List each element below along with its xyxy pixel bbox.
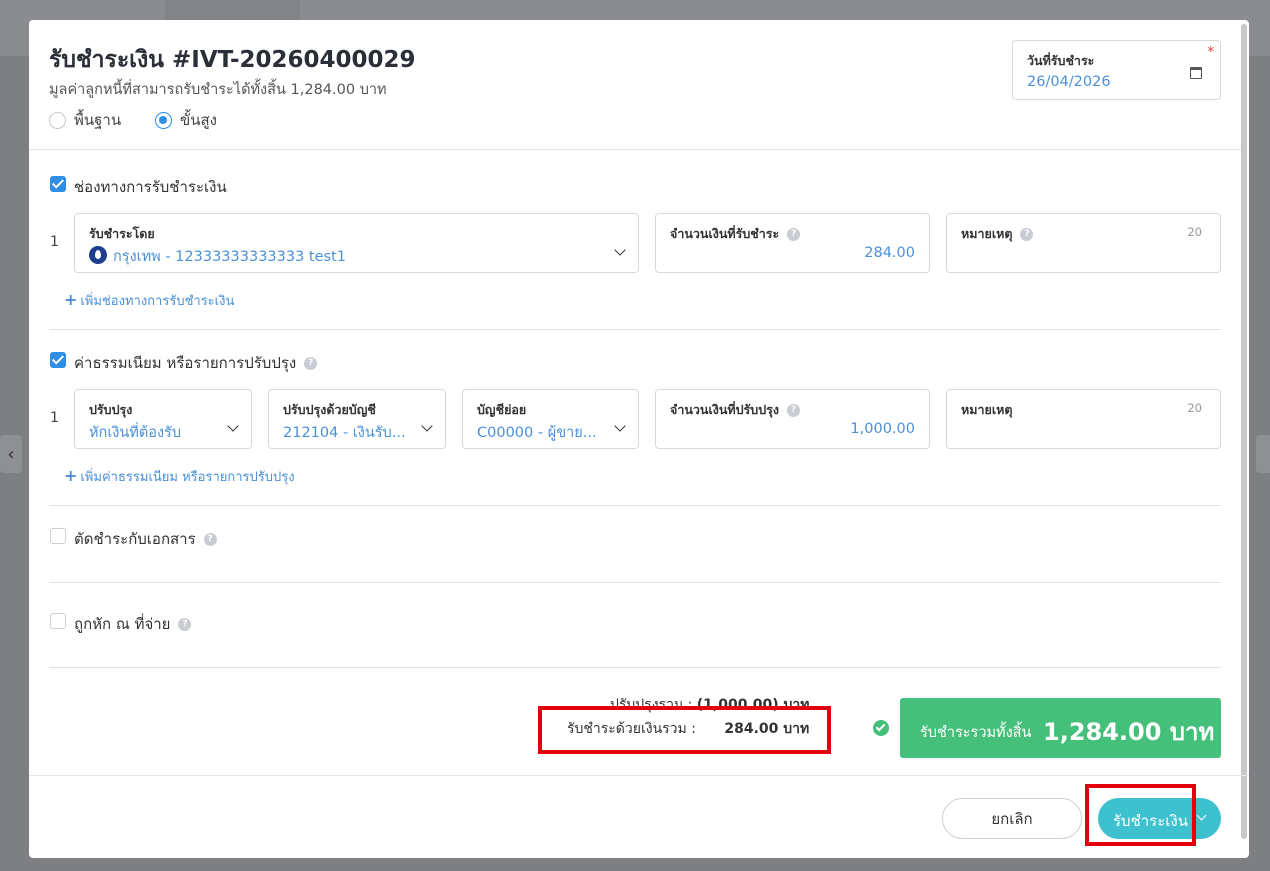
payment-note-field[interactable]: หมายเหตุ? 20 [946,213,1221,273]
modal-title: รับชำระเงิน #IVT-20260400029 [49,47,416,73]
payment-method-label: รับชำระโดย [89,226,155,241]
bank-logo-icon [89,246,107,264]
add-adjustment-link[interactable]: + เพิ่มค่าธรรมเนียม หรือรายการปรับปรุง [64,466,295,487]
adjustment-section-label-wrap: ค่าธรรมเนียม หรือรายการปรับปรุง? [74,351,318,375]
mode-basic-label: พื้นฐาน [74,111,122,129]
offset-documents-label: ตัดชำระกับเอกสาร [74,530,196,548]
adjustment-type-value: หักเงินที่ต้องรับ [89,425,182,441]
radio-unselected-icon [49,111,66,129]
payment-row-number: 1 [50,234,59,250]
grand-total-label: รับชำระรวมทั้งสิ้น [920,725,1032,741]
receive-payment-modal: รับชำระเงิน #IVT-20260400029 มูลค่าลูกหน… [29,20,1249,858]
adjustment-type-select[interactable]: ปรับปรุง หักเงินที่ต้องรับ [74,389,252,449]
help-icon[interactable]: ? [787,228,801,241]
sub-account-label: บัญชีย่อย [477,402,527,417]
chevron-down-icon[interactable] [1196,810,1207,821]
help-icon[interactable]: ? [1020,228,1034,241]
adjustment-type-label: ปรับปรุง [89,402,133,417]
cancel-button[interactable]: ยกเลิก [942,798,1082,839]
section-divider [49,582,1221,583]
chevron-down-icon [421,420,433,432]
add-adjustment-label: เพิ่มค่าธรรมเนียม หรือรายการปรับปรุง [80,470,295,485]
add-payment-channel-link[interactable]: + เพิ่มช่องทางการรับชำระเงิน [64,290,234,311]
offset-documents-label-wrap: ตัดชำระกับเอกสาร? [74,527,217,551]
section-divider [49,667,1221,668]
chevron-down-icon [227,420,239,432]
radio-selected-icon [155,111,172,129]
payment-channel-checkbox[interactable] [50,176,66,192]
adjustment-note-field[interactable]: หมายเหตุ 20 [946,389,1221,449]
adjustment-section-label: ค่าธรรมเนียม หรือรายการปรับปรุง [74,354,297,372]
background-next-arrow-icon [1256,435,1270,473]
adjustment-amount-label-wrap: จำนวนเงินที่ปรับปรุง? [670,400,800,420]
payment-note-label-wrap: หมายเหตุ? [961,224,1034,244]
check-circle-icon [873,720,889,736]
mode-advanced-radio[interactable]: ขั้นสูง [155,108,217,132]
add-payment-channel-label: เพิ่มช่องทางการรับชำระเงิน [80,294,235,309]
background-prev-arrow-icon: ‹ [0,435,22,473]
highlight-box-submit [1085,784,1196,846]
modal-subtitle: มูลค่าลูกหนี้ที่สามารถรับชำระได้ทั้งสิ้น… [49,82,387,98]
payment-amount-value: 284.00 [864,245,915,261]
payment-note-label: หมายเหตุ [961,226,1013,241]
adjustment-amount-field[interactable]: จำนวนเงินที่ปรับปรุง? 1,000.00 [655,389,930,449]
adjustment-account-label: ปรับปรุงด้วยบัญชี [283,402,376,417]
payment-method-value: กรุงเทพ - 12333333333333 test1 [113,249,347,265]
adjustment-note-label: หมายเหตุ [961,402,1013,417]
payment-date-field[interactable]: วันที่รับชำระ * 26/04/2026 [1012,40,1221,100]
adjustment-note-char-count: 20 [1187,401,1202,415]
payment-amount-field[interactable]: จำนวนเงินที่รับชำระ? 284.00 [655,213,930,273]
payment-date-value: 26/04/2026 [1027,74,1111,90]
grand-total-value: 1,284.00 บาท [1043,718,1215,746]
sub-account-value: C00000 - ผู้ขาย... [477,425,597,441]
header-divider [29,149,1241,150]
mode-basic-radio[interactable]: พื้นฐาน [49,108,121,132]
adjustment-row-number: 1 [50,410,59,426]
adjustment-checkbox[interactable] [50,352,66,368]
chevron-down-icon [614,420,626,432]
highlight-box-cash-total [538,706,831,754]
sub-account-select[interactable]: บัญชีย่อย C00000 - ผู้ขาย... [462,389,639,449]
adjustment-amount-label: จำนวนเงินที่ปรับปรุง [670,402,779,417]
mode-advanced-label: ขั้นสูง [180,111,217,129]
withholding-label: ถูกหัก ณ ที่จ่าย [74,615,171,633]
footer-divider [29,775,1249,776]
grand-total-box: รับชำระรวมทั้งสิ้น 1,284.00 บาท [900,698,1221,758]
adjustment-amount-value: 1,000.00 [850,421,915,437]
withholding-label-wrap: ถูกหัก ณ ที่จ่าย? [74,612,192,636]
payment-method-select[interactable]: รับชำระโดย กรุงเทพ - 12333333333333 test… [74,213,639,273]
payment-note-char-count: 20 [1187,225,1202,239]
calendar-icon[interactable] [1190,67,1202,79]
section-divider [49,329,1221,330]
plus-icon: + [64,466,78,485]
chevron-down-icon [614,244,626,256]
required-mark: * [1207,45,1215,60]
adjustment-account-select[interactable]: ปรับปรุงด้วยบัญชี 212104 - เงินรับ... [268,389,446,449]
help-icon[interactable]: ? [304,357,318,370]
help-icon[interactable]: ? [786,404,800,417]
payment-date-label: วันที่รับชำระ [1027,53,1095,68]
payment-channel-section-label: ช่องทางการรับชำระเงิน [74,178,227,196]
section-divider [49,505,1221,506]
offset-documents-checkbox[interactable] [50,528,66,544]
payment-amount-label: จำนวนเงินที่รับชำระ [670,226,780,241]
withholding-checkbox[interactable] [50,613,66,629]
help-icon[interactable]: ? [178,618,192,631]
adjustment-account-value: 212104 - เงินรับ... [283,425,406,441]
payment-method-value-wrap: กรุงเทพ - 12333333333333 test1 [89,245,346,268]
payment-amount-label-wrap: จำนวนเงินที่รับชำระ? [670,224,801,244]
plus-icon: + [64,290,78,309]
help-icon[interactable]: ? [203,533,217,546]
modal-scrollbar[interactable] [1241,24,1247,839]
